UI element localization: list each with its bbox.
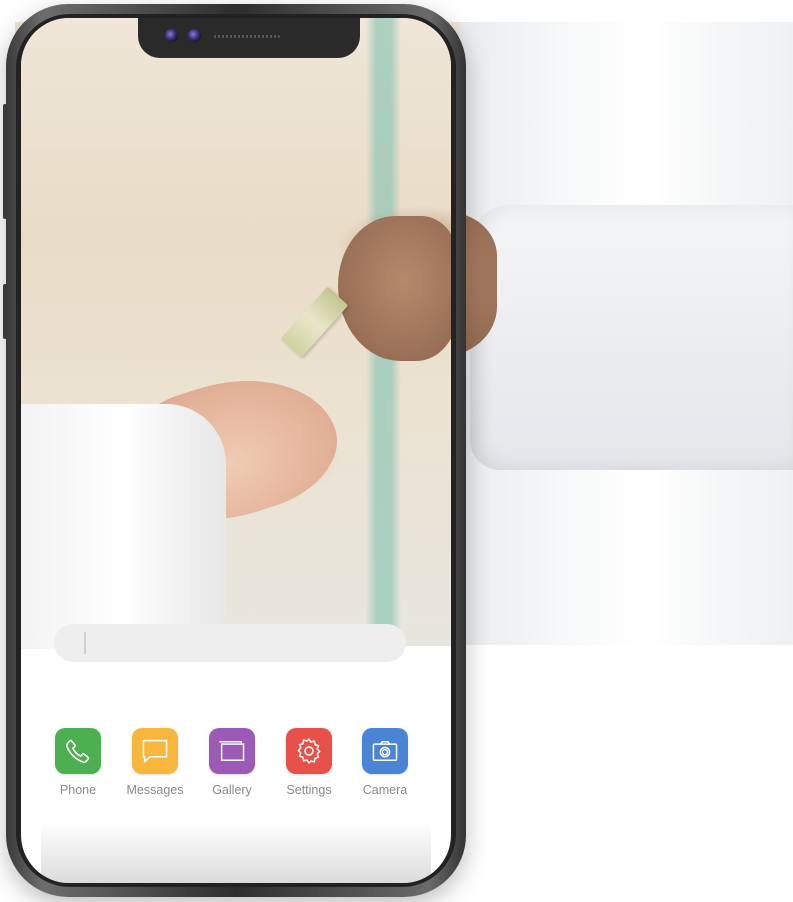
app-label-phone: Phone: [59, 783, 97, 797]
app-label-messages: Messages: [126, 783, 184, 797]
phone-screen: Phone Messages Gallery Settings Camera: [21, 18, 451, 883]
text-cursor: [84, 632, 86, 654]
app-camera[interactable]: Camera: [347, 728, 423, 797]
sleeve-right: [470, 205, 793, 470]
app-label-gallery: Gallery: [212, 783, 252, 797]
app-gallery[interactable]: Gallery: [194, 728, 270, 797]
message-icon[interactable]: [132, 728, 178, 774]
front-camera-icon: [165, 29, 178, 42]
app-settings[interactable]: Settings: [271, 728, 347, 797]
notch: [138, 18, 360, 58]
app-messages[interactable]: Messages: [117, 728, 193, 797]
volume-up-button[interactable]: [3, 104, 7, 219]
phone-mockup: Phone Messages Gallery Settings Camera: [3, 4, 466, 897]
search-input[interactable]: [54, 624, 406, 662]
app-label-settings: Settings: [286, 783, 332, 797]
camera-icon[interactable]: [362, 728, 408, 774]
volume-down-button[interactable]: [3, 284, 7, 339]
app-label-camera: Camera: [362, 783, 408, 797]
earpiece-speaker: [214, 35, 280, 38]
home-shadow: [41, 823, 431, 883]
phone-icon[interactable]: [55, 728, 101, 774]
wallpaper-sleeve: [21, 404, 226, 649]
sensor-icon: [188, 29, 201, 42]
app-phone[interactable]: Phone: [40, 728, 116, 797]
gallery-icon[interactable]: [209, 728, 255, 774]
gear-icon[interactable]: [286, 728, 332, 774]
